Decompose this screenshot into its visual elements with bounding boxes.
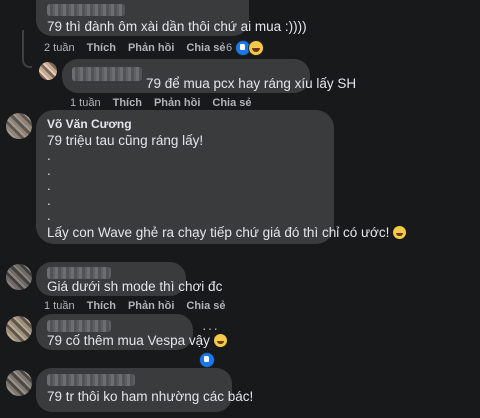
share-button[interactable]: Chia sẻ: [186, 42, 225, 54]
blurred-author-name: [47, 374, 135, 386]
comment-text: 79 để mua pcx hay ráng xíu lấy SH: [146, 76, 357, 91]
comment-text: 79 thì đành ôm xài dần thôi chứ ai mua :…: [47, 19, 307, 34]
comment-bubble: Giá dưới sh mode thì chơi đc: [36, 262, 222, 296]
reaction-summary[interactable]: [199, 352, 215, 368]
comment-actions: 1 tuần Thích Phản hồi Chia sẻ: [70, 96, 264, 110]
avatar[interactable]: [6, 370, 32, 396]
comment-bubble: Võ Văn Cương 79 triệu tau cũng ráng lấy!…: [36, 110, 407, 244]
ellipsis-icon[interactable]: ···: [202, 320, 219, 336]
like-icon: [199, 352, 215, 368]
comment-line: 79 triệu tau cũng ráng lấy!: [47, 133, 204, 148]
comment-bubble: 79 thì đành ôm xài dần thôi chứ ai mua :…: [36, 0, 307, 36]
share-button[interactable]: Chia sẻ: [212, 97, 251, 109]
comment-bubble: 79 để mua pcx hay ráng xíu lấy SH: [62, 59, 356, 93]
comment-time[interactable]: 1 tuần: [44, 300, 75, 312]
comment-actions: 1 tuần Thích Phản hồi Chia sẻ: [44, 299, 238, 313]
reply-button[interactable]: Phản hồi: [128, 300, 174, 312]
comment-text: 79 tr thôi ko ham nhường các bác!: [47, 389, 254, 404]
grinning-emoji: [393, 226, 407, 239]
comment-bubble: 79 tr thôi ko ham nhường các bác!: [36, 368, 253, 412]
avatar[interactable]: [6, 113, 32, 139]
author-name[interactable]: Võ Văn Cương: [47, 117, 132, 132]
comment-bubble: 79 cố thêm mua Vespa vậy: [36, 314, 227, 350]
avatar[interactable]: [6, 316, 32, 342]
comment-actions: 2 tuần Thích Phản hồi Chia sẻ: [44, 41, 238, 55]
reaction-count: 6: [226, 42, 233, 54]
blurred-author-name: [47, 4, 125, 16]
like-button[interactable]: Thích: [87, 300, 116, 312]
like-button[interactable]: Thích: [87, 42, 116, 54]
haha-icon: [248, 40, 265, 56]
comment-text-content: 79 cố thêm mua Vespa vậy: [47, 333, 210, 348]
comment-line-text: Lấy con Wave ghẻ ra chạy tiếp chứ giá đó…: [47, 225, 390, 240]
avatar[interactable]: [6, 264, 32, 290]
blurred-author-name: [72, 67, 142, 81]
thread-line: [22, 30, 32, 68]
avatar[interactable]: [39, 62, 57, 80]
share-button[interactable]: Chia sẻ: [186, 300, 225, 312]
blurred-author-name: [47, 320, 111, 332]
comment-line: Lấy con Wave ghẻ ra chạy tiếp chứ giá đó…: [47, 224, 407, 241]
comment-line: .: [47, 208, 51, 223]
comment-time[interactable]: 1 tuần: [70, 97, 101, 109]
reply-button[interactable]: Phản hồi: [154, 97, 200, 109]
like-button[interactable]: Thích: [113, 97, 142, 109]
reply-button[interactable]: Phản hồi: [128, 42, 174, 54]
comment-text: 79 cố thêm mua Vespa vậy: [47, 332, 227, 349]
comment-text: Giá dưới sh mode thì chơi đc: [47, 279, 223, 294]
comment-time[interactable]: 2 tuần: [44, 42, 75, 54]
reaction-summary[interactable]: 6: [226, 40, 265, 56]
